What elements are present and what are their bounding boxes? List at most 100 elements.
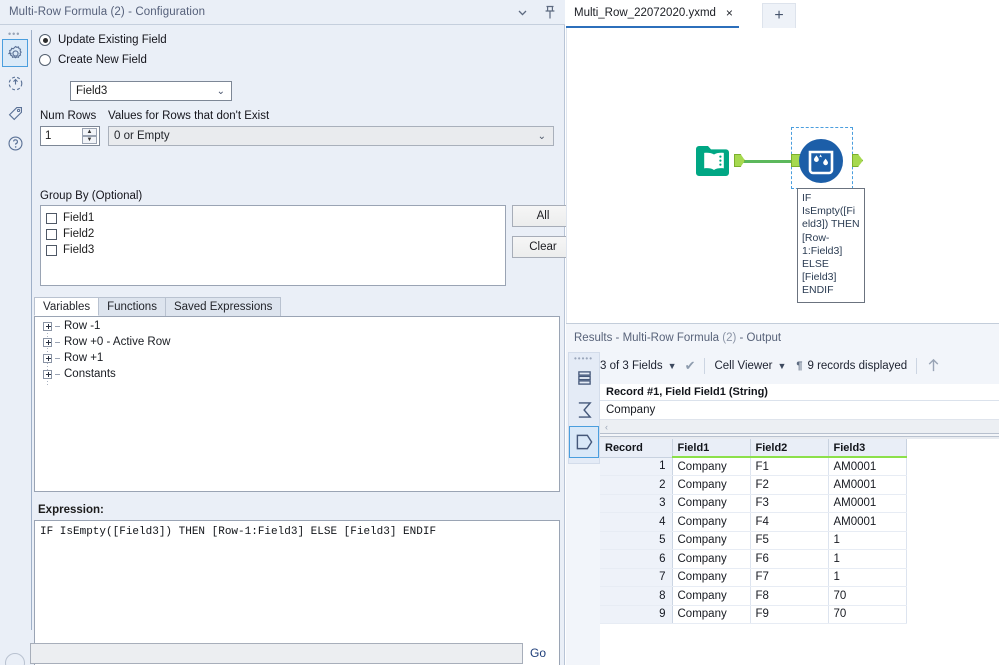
gear-icon[interactable] bbox=[2, 39, 28, 67]
expand-plus-icon[interactable] bbox=[43, 353, 52, 363]
column-header-field2[interactable]: Field2 bbox=[750, 439, 829, 458]
go-button[interactable]: Go bbox=[530, 646, 546, 660]
stepper-down-icon[interactable]: ▼ bbox=[82, 136, 97, 144]
checkbox[interactable] bbox=[46, 212, 57, 224]
variables-tree[interactable]: Row -1 Row +0 - Active Row Row +1 Consta… bbox=[34, 316, 560, 492]
pilcrow-icon[interactable]: ¶ bbox=[796, 360, 802, 372]
tag-icon[interactable] bbox=[2, 99, 28, 127]
cell-record-number[interactable]: 9 bbox=[600, 605, 673, 624]
cell-value[interactable]: Company bbox=[672, 568, 751, 587]
sigma-icon[interactable] bbox=[569, 394, 599, 426]
num-rows-input[interactable]: 1 ▲ ▼ bbox=[40, 126, 100, 146]
search-input[interactable] bbox=[30, 643, 523, 664]
checkbox[interactable] bbox=[46, 244, 57, 256]
cell-value[interactable]: Company bbox=[672, 605, 751, 624]
results-data-grid[interactable]: Record Field1 Field2 Field3 1 Company F1 AM… bbox=[600, 439, 999, 665]
table-row[interactable]: 7 Company F7 1 bbox=[600, 568, 907, 587]
cell-value[interactable]: F4 bbox=[750, 512, 829, 532]
cell-value[interactable]: 1 bbox=[828, 531, 907, 550]
hexagon-icon[interactable] bbox=[569, 426, 599, 458]
cell-value[interactable]: 1 bbox=[828, 568, 907, 587]
cell-record-number[interactable]: 1 bbox=[600, 457, 673, 476]
list-item[interactable]: Field3 bbox=[41, 242, 505, 258]
radio-create-new-field[interactable]: Create New Field bbox=[39, 50, 561, 70]
cell-value[interactable]: AM0001 bbox=[828, 475, 907, 495]
cell-record-number[interactable]: 8 bbox=[600, 586, 673, 606]
cell-value[interactable]: AM0001 bbox=[828, 457, 907, 476]
document-tab[interactable]: Multi_Row_22072020.yxmd × bbox=[566, 0, 739, 28]
mrf-output-port[interactable] bbox=[852, 154, 863, 167]
cell-value[interactable]: F9 bbox=[750, 605, 829, 624]
cell-record-number[interactable]: 5 bbox=[600, 531, 673, 550]
data-table-icon[interactable] bbox=[569, 362, 599, 394]
table-row[interactable]: 3 Company F3 AM0001 bbox=[600, 494, 907, 513]
drag-handle-dots[interactable]: ••• bbox=[8, 30, 29, 39]
tree-item-row-minus-1[interactable]: Row -1 bbox=[35, 319, 559, 333]
table-row[interactable]: 4 Company F4 AM0001 bbox=[600, 512, 907, 532]
cell-value[interactable]: F8 bbox=[750, 586, 829, 606]
list-item[interactable]: Field2 bbox=[41, 226, 505, 242]
arrow-up-icon[interactable] bbox=[926, 357, 941, 376]
scroll-left-icon[interactable]: ‹ bbox=[605, 422, 608, 432]
input-tool-output-port[interactable] bbox=[734, 154, 745, 167]
expand-plus-icon[interactable] bbox=[43, 321, 52, 331]
cell-record-number[interactable]: 7 bbox=[600, 568, 673, 587]
new-tab-button[interactable]: + bbox=[762, 3, 796, 28]
table-row[interactable]: 5 Company F5 1 bbox=[600, 531, 907, 550]
cell-value[interactable]: Company bbox=[672, 586, 751, 606]
cell-value[interactable]: F5 bbox=[750, 531, 829, 550]
multi-row-formula-tool[interactable] bbox=[798, 138, 844, 184]
chevron-down-icon[interactable] bbox=[513, 4, 531, 22]
table-row[interactable]: 6 Company F6 1 bbox=[600, 549, 907, 569]
cell-value[interactable]: 70 bbox=[828, 605, 907, 624]
tree-item-row-plus-0[interactable]: Row +0 - Active Row bbox=[35, 335, 559, 349]
cell-value[interactable]: Company bbox=[672, 531, 751, 550]
stepper-up-icon[interactable]: ▲ bbox=[82, 128, 97, 136]
tab-functions[interactable]: Functions bbox=[98, 297, 166, 316]
expand-plus-icon[interactable] bbox=[43, 369, 52, 379]
pin-icon[interactable] bbox=[541, 4, 559, 22]
table-row[interactable]: 8 Company F8 70 bbox=[600, 586, 907, 606]
cell-value[interactable]: Company bbox=[672, 475, 751, 495]
quantity-stepper[interactable]: ▲ ▼ bbox=[82, 128, 97, 144]
cell-record-number[interactable]: 3 bbox=[600, 494, 673, 513]
cell-value[interactable]: Company bbox=[672, 549, 751, 569]
checkbox[interactable] bbox=[46, 228, 57, 240]
cell-record-number[interactable]: 2 bbox=[600, 475, 673, 495]
column-header-record[interactable]: Record bbox=[600, 439, 673, 458]
close-icon[interactable]: × bbox=[726, 6, 733, 20]
cell-value[interactable]: Company bbox=[672, 494, 751, 513]
tree-item-row-plus-1[interactable]: Row +1 bbox=[35, 351, 559, 365]
cell-value[interactable]: AM0001 bbox=[828, 494, 907, 513]
cell-value[interactable]: F2 bbox=[750, 475, 829, 495]
select-all-button[interactable]: All bbox=[512, 205, 574, 227]
workflow-canvas[interactable]: IF IsEmpty([Field3]) THEN [Row-1:Field3]… bbox=[566, 28, 999, 323]
cell-viewer-scrollbar[interactable]: ‹ bbox=[600, 419, 999, 433]
column-header-field3[interactable]: Field3 bbox=[828, 439, 907, 458]
cell-value[interactable]: AM0001 bbox=[828, 512, 907, 532]
cell-value[interactable]: F6 bbox=[750, 549, 829, 569]
field-select-dropdown[interactable]: Field3 ⌄ bbox=[70, 81, 232, 101]
tool-annotation[interactable]: IF IsEmpty([Field3]) THEN [Row-1:Field3]… bbox=[797, 188, 865, 303]
cell-viewer-selector[interactable]: Cell Viewer ▼ bbox=[714, 360, 786, 372]
tree-item-constants[interactable]: Constants bbox=[35, 367, 559, 381]
cell-value[interactable]: F3 bbox=[750, 494, 829, 513]
table-row[interactable]: 1 Company F1 AM0001 bbox=[600, 457, 907, 476]
values-missing-dropdown[interactable]: 0 or Empty ⌄ bbox=[108, 126, 554, 146]
cell-record-number[interactable]: 6 bbox=[600, 549, 673, 569]
help-icon[interactable] bbox=[2, 129, 28, 157]
cell-value[interactable]: F7 bbox=[750, 568, 829, 587]
radio-update-existing-field[interactable]: Update Existing Field bbox=[39, 30, 561, 50]
expand-plus-icon[interactable] bbox=[43, 337, 52, 347]
tab-saved-expressions[interactable]: Saved Expressions bbox=[164, 297, 282, 316]
cell-record-number[interactable]: 4 bbox=[600, 512, 673, 532]
tab-variables[interactable]: Variables bbox=[34, 297, 100, 316]
cell-value[interactable]: F1 bbox=[750, 457, 829, 476]
cell-value[interactable]: Company bbox=[672, 512, 751, 532]
list-item[interactable]: Field1 bbox=[41, 210, 505, 226]
input-data-tool[interactable] bbox=[693, 140, 735, 182]
clear-selection-button[interactable]: Clear bbox=[512, 236, 574, 258]
cell-value[interactable]: Company bbox=[672, 457, 751, 476]
group-by-list[interactable]: Field1 Field2 Field3 bbox=[40, 205, 506, 286]
cell-value[interactable]: 70 bbox=[828, 586, 907, 606]
